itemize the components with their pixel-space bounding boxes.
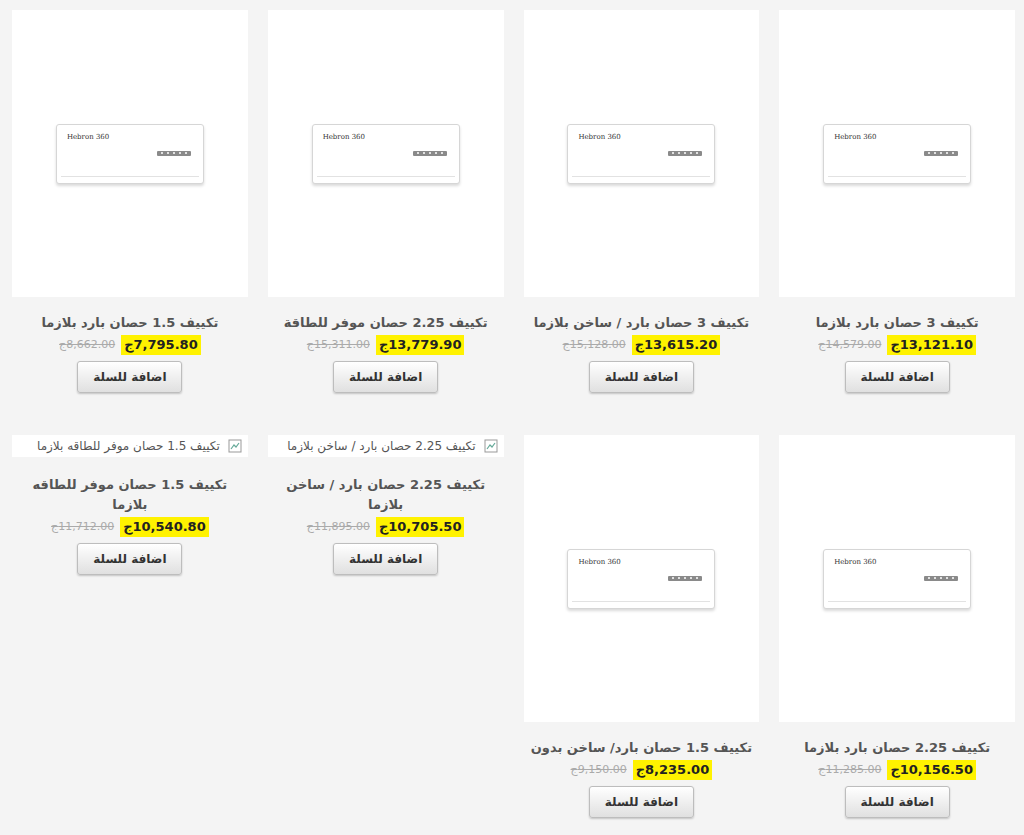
- brand-label: Hebron 360: [578, 134, 620, 141]
- product-title[interactable]: تكييف 1.5 حصان بارد بلازما: [37, 313, 222, 333]
- product-title[interactable]: تكييف 3 حصان بارد / ساخن بلازما: [530, 313, 753, 333]
- broken-image-icon: [484, 439, 498, 453]
- sale-price: 10,705.50ج: [376, 517, 465, 537]
- air-conditioner-photo: Hebron 360: [567, 124, 715, 184]
- product-title[interactable]: تكييف 2.25 حصان بارد بلازما: [800, 738, 994, 758]
- add-to-cart-button[interactable]: اضافة للسلة: [77, 361, 182, 393]
- price-row: 13,121.10ج 14,579.00ج: [818, 335, 976, 355]
- price-row: 8,235.00ج 9,150.00ج: [571, 760, 713, 780]
- product-image[interactable]: Hebron 360: [524, 10, 760, 297]
- brand-label: Hebron 360: [834, 134, 876, 141]
- old-price: 8,662.00ج: [59, 337, 115, 354]
- product-image[interactable]: Hebron 360: [12, 10, 248, 297]
- indicator-strip: [668, 151, 702, 156]
- indicator-strip: [157, 151, 191, 156]
- sale-price: 13,615.20ج: [632, 335, 721, 355]
- air-conditioner-photo: Hebron 360: [56, 124, 204, 184]
- add-to-cart-button[interactable]: اضافة للسلة: [77, 543, 182, 575]
- add-to-cart-button[interactable]: اضافة للسلة: [589, 361, 694, 393]
- old-price: 11,712.00ج: [51, 519, 114, 536]
- old-price: 15,311.00ج: [307, 337, 370, 354]
- add-to-cart-button[interactable]: اضافة للسلة: [589, 786, 694, 818]
- product-title[interactable]: تكييف 1.5 حصان موفر للطاقه بلازما: [12, 475, 248, 515]
- product-title[interactable]: تكييف 2.25 حصان بارد / ساخن بلازما: [268, 475, 504, 515]
- price-row: 10,705.50ج 11,895.00ج: [307, 517, 465, 537]
- air-conditioner-photo: Hebron 360: [823, 549, 971, 609]
- sale-price: 13,121.10ج: [887, 335, 976, 355]
- product-card: Hebron 360 تكييف 2.25 حصان موفر للطاقة13,…: [268, 10, 504, 393]
- brand-label: Hebron 360: [578, 559, 620, 566]
- product-image[interactable]: Hebron 360: [779, 435, 1015, 722]
- product-image-broken[interactable]: تكييف 2.25 حصان بارد / ساخن بلازما: [268, 435, 504, 457]
- old-price: 9,150.00ج: [571, 762, 627, 779]
- add-to-cart-button[interactable]: اضافة للسلة: [333, 543, 438, 575]
- product-title[interactable]: تكييف 3 حصان بارد بلازما: [812, 313, 983, 333]
- indicator-strip: [413, 151, 447, 156]
- product-grid-page: Hebron 360 تكييف 3 حصان بارد بلازما13,121…: [0, 0, 1024, 835]
- indicator-strip: [924, 576, 958, 581]
- product-card: Hebron 360 تكييف 3 حصان بارد / ساخن بلازم…: [524, 10, 760, 393]
- broken-image-icon: [228, 439, 242, 453]
- product-card: تكييف 2.25 حصان بارد / ساخن بلازما تكييف …: [268, 435, 504, 575]
- sale-price: 10,540.80ج: [120, 517, 209, 537]
- sale-price: 13,779.90ج: [376, 335, 465, 355]
- brand-label: Hebron 360: [834, 559, 876, 566]
- product-title[interactable]: تكييف 2.25 حصان موفر للطاقة: [280, 313, 492, 333]
- air-conditioner-photo: Hebron 360: [312, 124, 460, 184]
- price-row: 7,795.80ج 8,662.00ج: [59, 335, 201, 355]
- product-card: Hebron 360 تكييف 2.25 حصان بارد بلازما10,…: [779, 435, 1015, 818]
- old-price: 11,895.00ج: [307, 519, 370, 536]
- product-card: تكييف 1.5 حصان موفر للطاقه بلازما تكييف 1…: [12, 435, 248, 575]
- product-card: Hebron 360 تكييف 1.5 حصان بارد بلازما7,79…: [12, 10, 248, 393]
- add-to-cart-button[interactable]: اضافة للسلة: [333, 361, 438, 393]
- price-row: 13,779.90ج 15,311.00ج: [307, 335, 465, 355]
- product-image-broken[interactable]: تكييف 1.5 حصان موفر للطاقه بلازما: [12, 435, 248, 457]
- indicator-strip: [924, 151, 958, 156]
- product-card: Hebron 360 تكييف 3 حصان بارد بلازما13,121…: [779, 10, 1015, 393]
- product-title[interactable]: تكييف 1.5 حصان بارد/ ساخن بدون: [527, 738, 756, 758]
- price-row: 10,156.50ج 11,285.00ج: [818, 760, 976, 780]
- price-row: 13,615.20ج 15,128.00ج: [563, 335, 721, 355]
- brand-label: Hebron 360: [323, 134, 365, 141]
- air-conditioner-photo: Hebron 360: [823, 124, 971, 184]
- product-image[interactable]: Hebron 360: [524, 435, 760, 722]
- old-price: 15,128.00ج: [563, 337, 626, 354]
- sale-price: 10,156.50ج: [887, 760, 976, 780]
- sale-price: 7,795.80ج: [121, 335, 201, 355]
- product-image[interactable]: Hebron 360: [779, 10, 1015, 297]
- sale-price: 8,235.00ج: [633, 760, 713, 780]
- product-card: Hebron 360 تكييف 1.5 حصان بارد/ ساخن بدون…: [524, 435, 760, 818]
- old-price: 11,285.00ج: [818, 762, 881, 779]
- add-to-cart-button[interactable]: اضافة للسلة: [845, 786, 950, 818]
- old-price: 14,579.00ج: [818, 337, 881, 354]
- price-row: 10,540.80ج 11,712.00ج: [51, 517, 209, 537]
- product-image[interactable]: Hebron 360: [268, 10, 504, 297]
- add-to-cart-button[interactable]: اضافة للسلة: [845, 361, 950, 393]
- indicator-strip: [668, 576, 702, 581]
- product-grid: Hebron 360 تكييف 3 حصان بارد بلازما13,121…: [12, 10, 1015, 818]
- brand-label: Hebron 360: [67, 134, 109, 141]
- air-conditioner-photo: Hebron 360: [567, 549, 715, 609]
